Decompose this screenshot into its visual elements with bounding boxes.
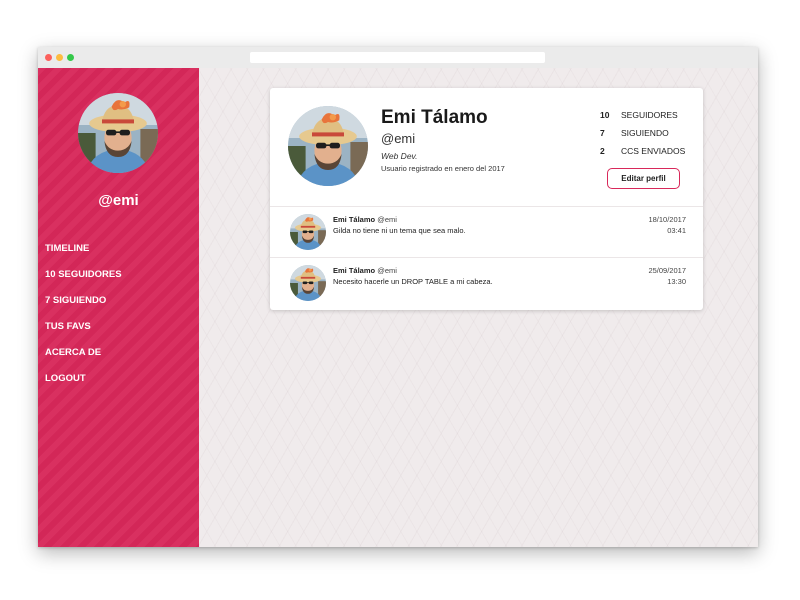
profile-registered-since: Usuario registrado en enero del 2017 (381, 164, 505, 173)
post-item[interactable]: Emi Tálamo @emi Gilda no tiene ni un tem… (270, 207, 703, 257)
profile-name: Emi Tálamo (381, 107, 488, 128)
stat-number: 7 (600, 128, 605, 138)
minimize-window-icon[interactable] (56, 54, 63, 61)
sidebar-handle: @emi (98, 192, 139, 209)
profile-handle: @emi (381, 131, 416, 146)
address-bar[interactable] (250, 52, 545, 63)
post-time: 13:30 (667, 277, 686, 286)
sidebar-nav: TIMELINE 10 SEGUIDORES 7 SIGUIENDO TUS F… (45, 244, 122, 400)
post-author-handle[interactable]: @emi (377, 266, 397, 275)
stat-number: 2 (600, 146, 605, 156)
post-author-handle[interactable]: @emi (377, 215, 397, 224)
post-avatar[interactable] (290, 265, 326, 301)
browser-titlebar (38, 47, 758, 68)
nav-item-timeline[interactable]: TIMELINE (45, 244, 122, 270)
post-author: Emi Tálamo @emi (333, 266, 397, 275)
nav-item-acerca-de[interactable]: ACERCA DE (45, 348, 122, 374)
profile-card: Emi Tálamo @emi Web Dev. Usuario registr… (270, 88, 703, 310)
profile-role: Web Dev. (381, 151, 418, 161)
main-content: Emi Tálamo @emi Web Dev. Usuario registr… (199, 68, 758, 547)
post-time: 03:41 (667, 226, 686, 235)
avatar-photo-icon (290, 214, 326, 250)
edit-profile-button[interactable]: Editar perfil (607, 168, 680, 189)
stat-label: CCS ENVIADOS (621, 146, 686, 156)
close-window-icon[interactable] (45, 54, 52, 61)
stat-number: 10 (600, 110, 610, 120)
stat-label: SEGUIDORES (621, 110, 678, 120)
post-text: Gilda no tiene ni un tema que sea malo. (333, 226, 466, 235)
nav-item-favs[interactable]: TUS FAVS (45, 322, 122, 348)
avatar-photo-icon (78, 93, 158, 173)
post-author: Emi Tálamo @emi (333, 215, 397, 224)
stat-label: SIGUIENDO (621, 128, 669, 138)
nav-item-siguiendo[interactable]: 7 SIGUIENDO (45, 296, 122, 322)
avatar-photo-icon (290, 265, 326, 301)
post-date: 25/09/2017 (648, 266, 686, 275)
post-author-name[interactable]: Emi Tálamo (333, 266, 375, 275)
nav-item-logout[interactable]: LOGOUT (45, 374, 122, 400)
post-author-name[interactable]: Emi Tálamo (333, 215, 375, 224)
browser-window: @emi TIMELINE 10 SEGUIDORES 7 SIGUIENDO … (38, 47, 758, 547)
avatar-photo-icon (288, 106, 368, 186)
maximize-window-icon[interactable] (67, 54, 74, 61)
post-text: Necesito hacerle un DROP TABLE a mi cabe… (333, 277, 493, 286)
sidebar: @emi TIMELINE 10 SEGUIDORES 7 SIGUIENDO … (38, 68, 199, 547)
profile-avatar (288, 106, 368, 186)
sidebar-avatar[interactable] (78, 93, 158, 173)
post-date: 18/10/2017 (648, 215, 686, 224)
post-avatar[interactable] (290, 214, 326, 250)
post-item[interactable]: Emi Tálamo @emi Necesito hacerle un DROP… (270, 258, 703, 308)
nav-item-seguidores[interactable]: 10 SEGUIDORES (45, 270, 122, 296)
